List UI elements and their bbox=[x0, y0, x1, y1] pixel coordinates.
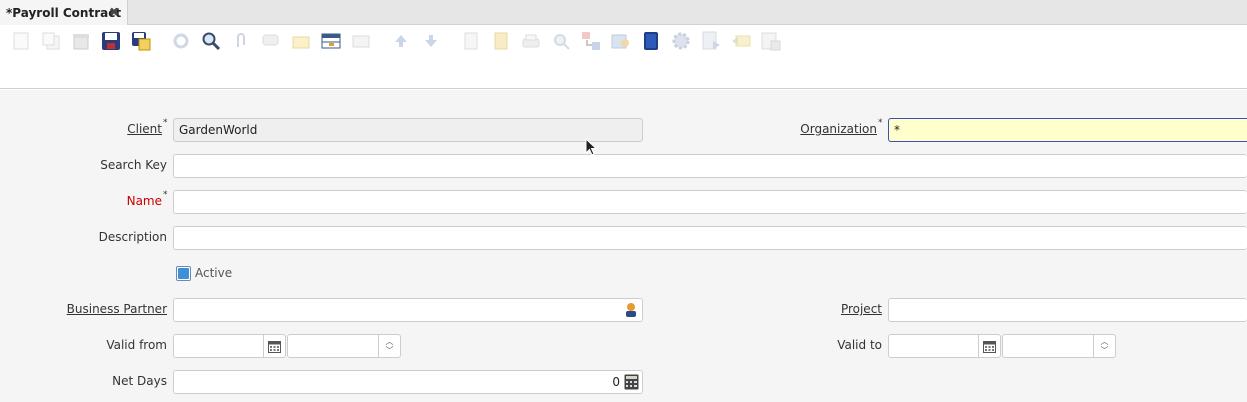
business-partner-label[interactable]: Business Partner bbox=[67, 302, 167, 316]
name-required-marker: * bbox=[163, 190, 168, 200]
form-panel: Client * GardenWorld Organization * * Se… bbox=[0, 90, 1247, 402]
time-spinner[interactable]: ︿ ﹀ bbox=[1093, 335, 1115, 357]
chevron-up-icon[interactable]: ︿ bbox=[1101, 337, 1109, 346]
window-tab-bar: *Payroll Contract ✖ bbox=[0, 0, 1247, 25]
parent-icon[interactable] bbox=[351, 31, 371, 51]
find-icon[interactable] bbox=[201, 31, 221, 51]
client-field[interactable]: GardenWorld bbox=[173, 118, 643, 142]
valid-to-label: Valid to bbox=[837, 338, 882, 352]
chevron-up-icon[interactable]: ︿ bbox=[386, 337, 394, 346]
net-days-value: 0 bbox=[612, 375, 620, 389]
valid-from-time-field[interactable]: ︿ ﹀ bbox=[287, 334, 401, 358]
client-label[interactable]: Client bbox=[127, 122, 162, 136]
valid-from-date-field[interactable] bbox=[173, 334, 286, 358]
active-label[interactable]: Active bbox=[195, 266, 232, 280]
description-field[interactable] bbox=[173, 226, 1247, 250]
archived-docs-icon[interactable] bbox=[491, 31, 511, 51]
checkbox-checked-mark bbox=[178, 268, 189, 279]
name-field[interactable] bbox=[173, 190, 1247, 214]
calculator-icon[interactable] bbox=[624, 374, 639, 393]
active-workflows-icon[interactable] bbox=[581, 31, 601, 51]
export-icon[interactable] bbox=[701, 31, 721, 51]
client-required-marker: * bbox=[163, 118, 168, 128]
next-record-icon[interactable] bbox=[421, 31, 441, 51]
grid-toggle-icon[interactable] bbox=[321, 31, 341, 51]
chevron-down-icon[interactable]: ﹀ bbox=[1101, 346, 1109, 355]
request-icon[interactable] bbox=[611, 31, 631, 51]
project-label[interactable]: Project bbox=[841, 302, 882, 316]
archive-icon[interactable] bbox=[291, 31, 311, 51]
report-icon[interactable] bbox=[461, 31, 481, 51]
valid-from-label: Valid from bbox=[106, 338, 167, 352]
toolbar bbox=[0, 25, 1247, 89]
copy-icon[interactable] bbox=[41, 31, 61, 51]
product-info-icon[interactable] bbox=[641, 31, 661, 51]
zoom-across-icon[interactable] bbox=[551, 31, 571, 51]
valid-to-time-field[interactable]: ︿ ﹀ bbox=[1002, 334, 1116, 358]
refresh-icon[interactable] bbox=[171, 31, 191, 51]
organization-required-marker: * bbox=[878, 118, 883, 128]
time-spinner[interactable]: ︿ ﹀ bbox=[378, 335, 400, 357]
active-checkbox[interactable] bbox=[176, 266, 191, 281]
attachment-icon[interactable] bbox=[231, 31, 251, 51]
net-days-label: Net Days bbox=[112, 374, 167, 388]
calendar-icon[interactable] bbox=[978, 335, 1000, 357]
valid-to-date-field[interactable] bbox=[888, 334, 1001, 358]
new-icon[interactable] bbox=[11, 31, 31, 51]
net-days-field[interactable]: 0 bbox=[173, 370, 643, 394]
organization-label[interactable]: Organization bbox=[800, 122, 877, 136]
save-icon[interactable] bbox=[101, 31, 121, 51]
post-it-icon[interactable] bbox=[761, 31, 781, 51]
import-icon[interactable] bbox=[731, 31, 751, 51]
description-label: Description bbox=[98, 230, 167, 244]
business-partner-lookup-icon[interactable] bbox=[624, 302, 638, 321]
mouse-cursor-icon bbox=[585, 137, 598, 159]
name-label: Name bbox=[126, 194, 162, 208]
print-icon[interactable] bbox=[521, 31, 541, 51]
tab-payroll-contract[interactable]: *Payroll Contract ✖ bbox=[0, 0, 128, 25]
previous-record-icon[interactable] bbox=[391, 31, 411, 51]
chat-icon[interactable] bbox=[261, 31, 281, 51]
search-key-field[interactable] bbox=[173, 154, 1247, 178]
organization-field[interactable]: * bbox=[888, 118, 1247, 142]
close-icon[interactable]: ✖ bbox=[109, 5, 119, 19]
business-partner-field[interactable] bbox=[173, 298, 643, 322]
delete-icon[interactable] bbox=[71, 31, 91, 51]
project-field[interactable] bbox=[888, 298, 1247, 322]
calendar-icon[interactable] bbox=[263, 335, 285, 357]
process-icon[interactable] bbox=[671, 31, 691, 51]
tab-title: *Payroll Contract bbox=[6, 5, 122, 20]
search-key-label: Search Key bbox=[100, 158, 167, 172]
save-create-icon[interactable] bbox=[131, 31, 151, 51]
chevron-down-icon[interactable]: ﹀ bbox=[386, 346, 394, 355]
